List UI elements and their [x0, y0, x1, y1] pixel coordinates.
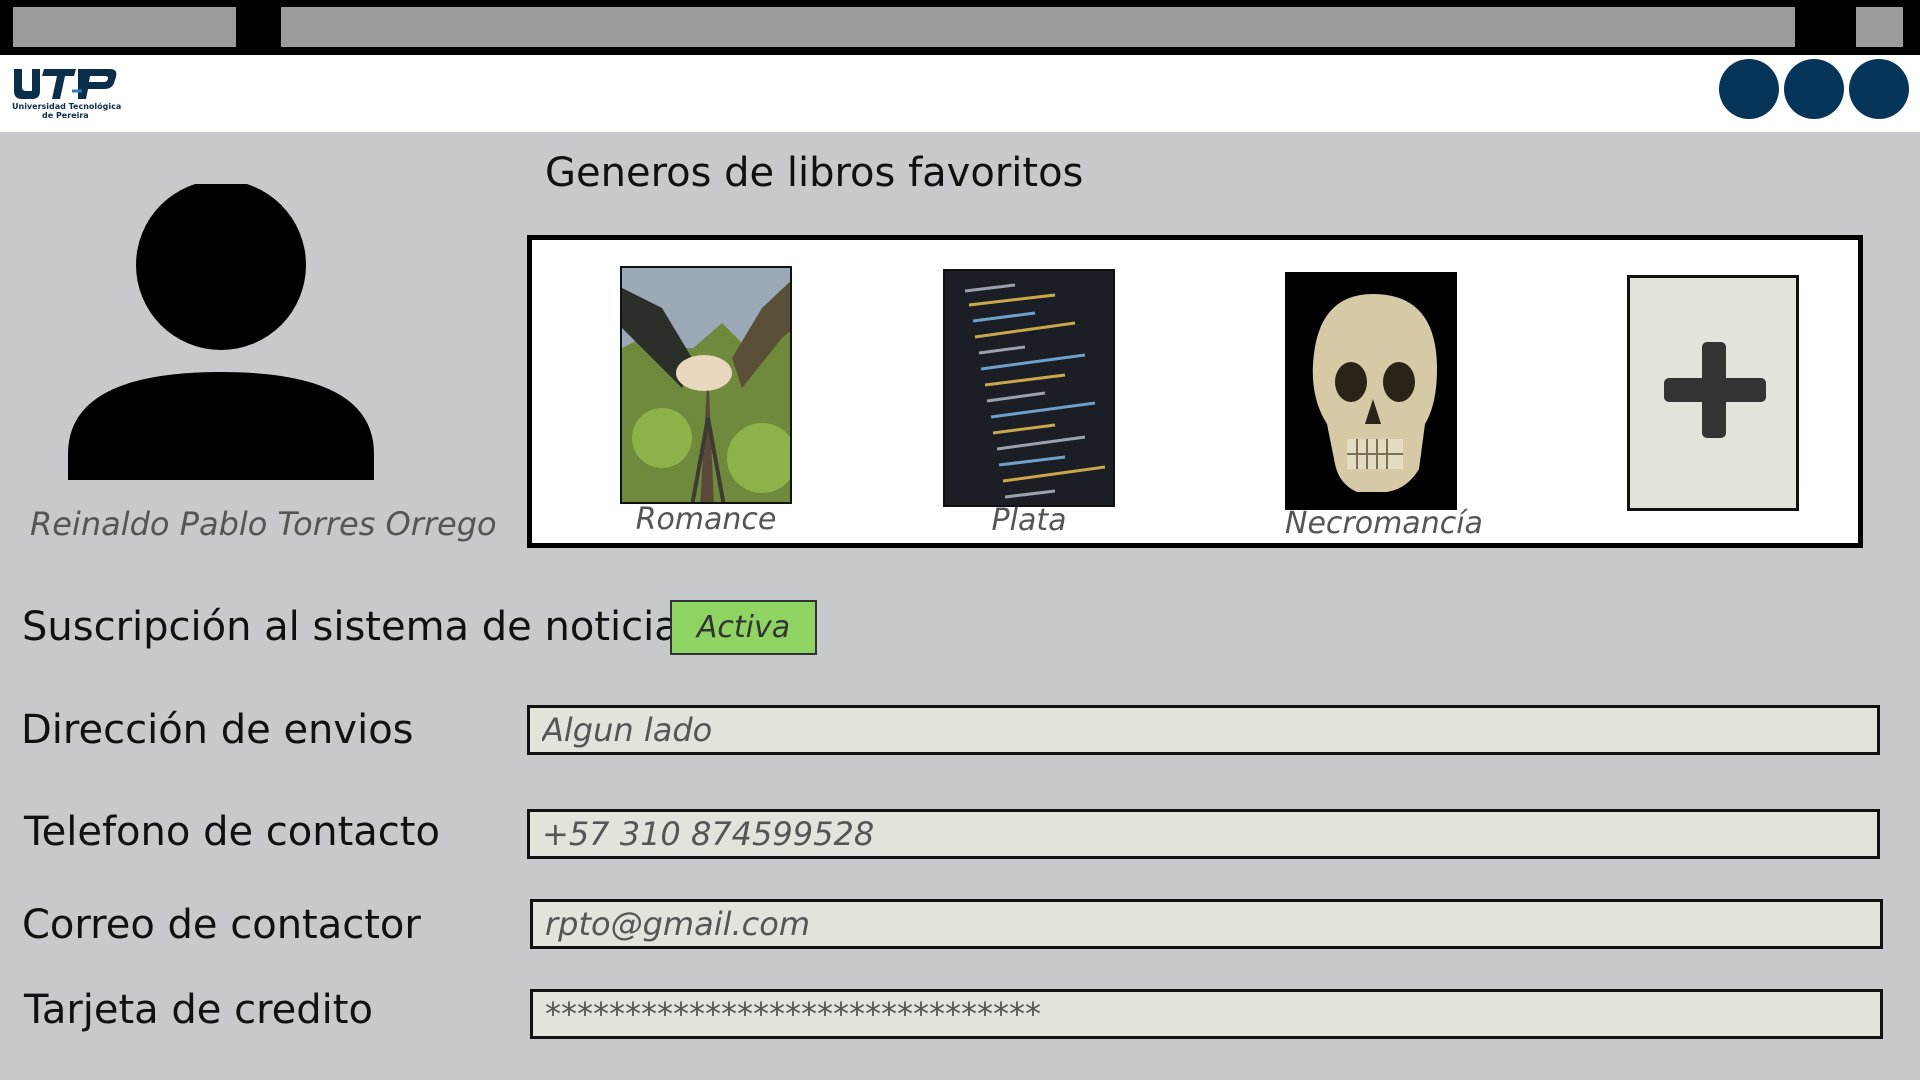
genre-card-romance[interactable]: Romance [620, 266, 792, 546]
genre-label-romance: Romance [635, 502, 777, 537]
address-input[interactable] [527, 705, 1880, 755]
phone-input[interactable] [527, 809, 1880, 859]
user-name: Reinaldo Pablo Torres Orrego [30, 505, 497, 543]
logo-subtitle-line2: de Pereira [42, 111, 89, 120]
subscription-label: Suscripción al sistema de noticias [22, 604, 700, 650]
phone-label: Telefono de contacto [24, 809, 440, 855]
site-header: Universidad Tecnológica de Pereira [0, 55, 1920, 132]
plus-icon [1664, 342, 1766, 438]
add-genre-button[interactable] [1627, 275, 1799, 511]
genres-title: Generos de libros favoritos [545, 150, 1084, 196]
email-input[interactable] [530, 899, 1883, 949]
genre-label-necromancia: Necromancía [1285, 506, 1483, 541]
header-circle-button-1[interactable] [1719, 59, 1779, 119]
window-top-bar [0, 0, 1920, 55]
card-input[interactable] [530, 989, 1883, 1039]
top-bar-button[interactable] [1856, 7, 1903, 47]
necromancia-image [1285, 272, 1457, 510]
plata-image [943, 269, 1115, 507]
card-label: Tarjeta de credito [24, 987, 373, 1033]
email-label: Correo de contactor [22, 902, 421, 948]
subscription-status-badge[interactable]: Activa [670, 600, 817, 655]
genres-panel: Romance Plata Necromancía [527, 235, 1863, 548]
genre-label-plata: Plata [991, 503, 1067, 538]
utp-logo-mark [14, 69, 117, 99]
address-label: Dirección de envios [21, 707, 414, 753]
genre-card-necromancia[interactable]: Necromancía [1285, 272, 1483, 552]
header-circle-button-2[interactable] [1784, 59, 1844, 119]
avatar-icon [68, 184, 374, 480]
logo-subtitle: Universidad Tecnológica de Pereira [12, 102, 122, 120]
top-bar-address[interactable] [281, 7, 1795, 47]
genre-card-plata[interactable]: Plata [943, 269, 1115, 549]
utp-logo[interactable]: Universidad Tecnológica de Pereira [12, 67, 122, 123]
header-circle-button-3[interactable] [1849, 59, 1909, 119]
romance-image [620, 266, 792, 504]
logo-subtitle-line1: Universidad Tecnológica [12, 102, 122, 111]
top-bar-tab[interactable] [13, 7, 236, 47]
